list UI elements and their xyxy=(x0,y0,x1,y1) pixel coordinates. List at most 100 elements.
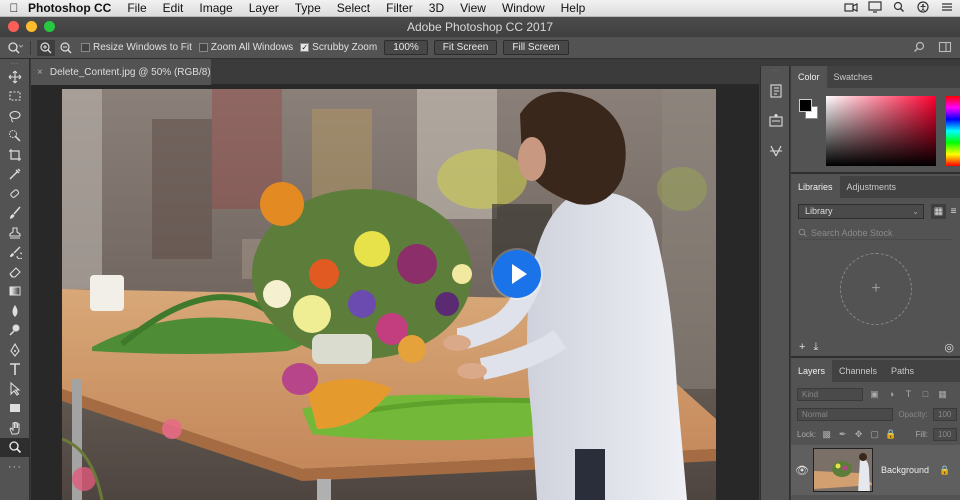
shape-filter-icon[interactable]: □ xyxy=(920,389,931,400)
list-view-icon[interactable]: ≡ xyxy=(946,204,960,219)
menu-3d[interactable]: 3D xyxy=(429,1,444,15)
dodge-tool-icon[interactable] xyxy=(0,321,30,341)
hue-slider[interactable] xyxy=(946,96,960,166)
tab-libraries[interactable]: Libraries xyxy=(791,176,840,198)
camera-icon[interactable] xyxy=(844,1,858,13)
path-selection-tool-icon[interactable] xyxy=(0,379,30,399)
video-play-button[interactable] xyxy=(493,250,541,298)
rectangle-tool-icon[interactable] xyxy=(0,399,30,419)
menu-file[interactable]: File xyxy=(127,1,146,15)
clone-stamp-tool-icon[interactable] xyxy=(0,223,30,243)
search-icon[interactable] xyxy=(912,40,926,54)
menu-layer[interactable]: Layer xyxy=(249,1,279,15)
upload-icon[interactable]: ⤓ xyxy=(813,341,818,354)
fill-field[interactable]: 100 xyxy=(933,427,957,441)
menu-filter[interactable]: Filter xyxy=(386,1,413,15)
lock-transparency-icon[interactable]: ▩ xyxy=(821,429,832,440)
menu-window[interactable]: Window xyxy=(502,1,545,15)
add-content-drop-zone[interactable]: + xyxy=(840,253,912,325)
color-picker-field[interactable] xyxy=(826,96,936,166)
glyphs-panel-icon[interactable] xyxy=(761,136,791,166)
grid-view-icon[interactable]: ▦ xyxy=(931,204,946,219)
list-menu-icon[interactable] xyxy=(940,1,954,13)
fit-screen-button[interactable]: Fit Screen xyxy=(433,40,498,55)
resize-windows-checkbox[interactable]: Resize Windows to Fit xyxy=(81,42,192,53)
add-element-icon[interactable]: + xyxy=(799,341,805,353)
apple-icon[interactable]:  xyxy=(0,1,28,15)
search-icon[interactable] xyxy=(892,1,906,13)
blend-mode-select[interactable]: Normal xyxy=(797,407,893,421)
pixel-filter-icon[interactable]: ▣ xyxy=(869,389,880,400)
menu-view[interactable]: View xyxy=(460,1,486,15)
zoom-in-icon[interactable] xyxy=(37,39,55,56)
tab-layers[interactable]: Layers xyxy=(791,360,833,382)
type-filter-icon[interactable]: T xyxy=(903,389,914,400)
brush-tool-icon[interactable] xyxy=(0,204,30,224)
layer-row-background[interactable]: 👁 Background 🔒 xyxy=(791,445,960,495)
pen-tool-icon[interactable] xyxy=(0,340,30,360)
visibility-eye-icon[interactable]: 👁 xyxy=(791,464,813,477)
panel-grip[interactable]: ··· xyxy=(0,59,29,68)
close-window-button[interactable] xyxy=(8,21,19,32)
workspace-icon[interactable] xyxy=(938,40,952,54)
checkbox-box[interactable] xyxy=(198,43,208,52)
fill-screen-button[interactable]: Fill Screen xyxy=(503,40,569,55)
marquee-tool-icon[interactable] xyxy=(0,87,30,107)
history-brush-tool-icon[interactable] xyxy=(0,243,30,263)
close-tab-icon[interactable]: × xyxy=(37,67,43,78)
history-panel-icon[interactable] xyxy=(761,76,791,106)
display-icon[interactable] xyxy=(868,1,882,13)
panel-grip[interactable]: ··· xyxy=(761,68,789,74)
menu-help[interactable]: Help xyxy=(561,1,586,15)
healing-brush-tool-icon[interactable] xyxy=(0,184,30,204)
tab-paths[interactable]: Paths xyxy=(884,360,921,382)
opacity-field[interactable]: 100 xyxy=(933,407,957,421)
scrubby-zoom-checkbox[interactable]: ✓ Scrubby Zoom xyxy=(300,42,377,53)
zoom-out-icon[interactable] xyxy=(57,40,75,56)
properties-panel-icon[interactable] xyxy=(761,106,791,136)
zoom-tool-icon[interactable] xyxy=(0,437,30,457)
sync-status-icon[interactable]: ◎ xyxy=(944,341,954,354)
foreground-color-swatch[interactable] xyxy=(799,99,812,112)
document-image[interactable] xyxy=(62,89,716,500)
tab-swatches[interactable]: Swatches xyxy=(827,66,880,88)
tab-channels[interactable]: Channels xyxy=(832,360,884,382)
lock-position-icon[interactable]: ✥ xyxy=(853,429,864,440)
layer-kind-filter[interactable]: Kind xyxy=(797,387,863,401)
lock-pixels-icon[interactable]: ✒ xyxy=(837,429,848,440)
quick-selection-tool-icon[interactable] xyxy=(0,126,30,146)
library-select[interactable]: Library ⌄ xyxy=(798,204,924,219)
hand-tool-icon[interactable] xyxy=(0,418,30,438)
checkbox-checked-box[interactable]: ✓ xyxy=(300,43,310,52)
eyedropper-tool-icon[interactable] xyxy=(0,165,30,185)
menu-type[interactable]: Type xyxy=(295,1,321,15)
library-search-field[interactable]: Search Adobe Stock xyxy=(798,226,953,240)
menu-select[interactable]: Select xyxy=(337,1,370,15)
tab-color[interactable]: Color xyxy=(791,66,827,88)
canvas-area[interactable] xyxy=(31,85,759,500)
smart-object-filter-icon[interactable]: ▦ xyxy=(937,389,948,400)
maximize-window-button[interactable] xyxy=(44,21,55,32)
zoom-all-windows-checkbox[interactable]: Zoom All Windows xyxy=(198,42,293,53)
accessibility-icon[interactable] xyxy=(916,1,930,13)
lasso-tool-icon[interactable] xyxy=(0,106,30,126)
app-menu[interactable]: Photoshop CC xyxy=(28,1,111,15)
blur-tool-icon[interactable] xyxy=(0,301,30,321)
gradient-tool-icon[interactable] xyxy=(0,282,30,302)
menu-edit[interactable]: Edit xyxy=(163,1,184,15)
lock-artboard-icon[interactable]: ▢ xyxy=(869,429,880,440)
type-tool-icon[interactable] xyxy=(0,360,30,380)
menu-image[interactable]: Image xyxy=(199,1,232,15)
adjustment-filter-icon[interactable]: ◑ xyxy=(886,389,897,400)
lock-all-icon[interactable]: 🔒 xyxy=(885,429,896,440)
checkbox-box[interactable] xyxy=(81,43,90,52)
crop-tool-icon[interactable] xyxy=(0,145,30,165)
eraser-tool-icon[interactable] xyxy=(0,262,30,282)
more-tools-icon[interactable]: ··· xyxy=(0,457,30,477)
move-tool-icon[interactable] xyxy=(0,67,30,87)
minimize-window-button[interactable] xyxy=(26,21,37,32)
tab-adjustments[interactable]: Adjustments xyxy=(840,176,904,198)
document-tab[interactable]: × Delete_Content.jpg @ 50% (RGB/8) xyxy=(31,59,211,85)
zoom-tool-preset-icon[interactable] xyxy=(6,40,24,56)
zoom-100-button[interactable]: 100% xyxy=(384,40,428,55)
